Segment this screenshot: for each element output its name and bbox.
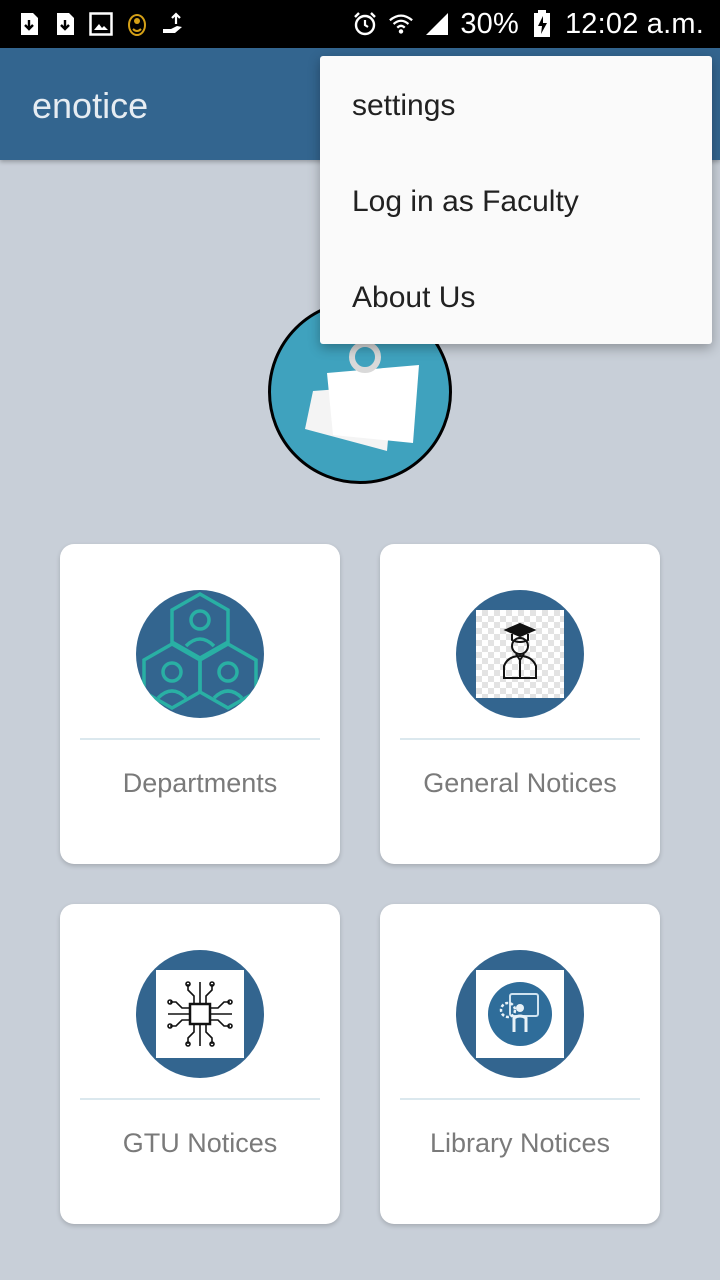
image-icon xyxy=(88,11,114,37)
menu-item-settings[interactable]: settings xyxy=(320,58,712,154)
overflow-menu: settings Log in as Faculty About Us xyxy=(320,56,712,344)
general-notices-icon-circle xyxy=(456,590,584,718)
library-image xyxy=(476,970,564,1058)
menu-item-login-faculty[interactable]: Log in as Faculty xyxy=(320,154,712,250)
gtu-notices-card[interactable]: GTU Notices xyxy=(60,904,340,1224)
graduate-image xyxy=(476,610,564,698)
sd-card-download-icon xyxy=(52,11,78,37)
app-title: enotice xyxy=(32,85,149,126)
clock: 12:02 a.m. xyxy=(564,7,704,40)
general-notices-label: General Notices xyxy=(423,768,617,798)
ganesha-icon xyxy=(124,11,150,37)
circuit-chip-image xyxy=(156,970,244,1058)
card-divider xyxy=(80,1098,320,1100)
battery-charging-icon xyxy=(529,10,555,37)
status-bar-system: 30% 12:02 a.m. xyxy=(352,6,704,42)
status-bar-notifications xyxy=(16,8,186,40)
library-notices-card[interactable]: Library Notices xyxy=(380,904,660,1224)
sd-card-download-icon xyxy=(16,11,42,37)
general-notices-card[interactable]: General Notices xyxy=(380,544,660,864)
menu-item-about-us[interactable]: About Us xyxy=(320,250,712,346)
departments-card[interactable]: Departments xyxy=(60,544,340,864)
wifi-icon xyxy=(388,11,414,37)
library-notices-icon-circle xyxy=(456,950,584,1078)
card-divider xyxy=(400,1098,640,1100)
gtu-notices-label: GTU Notices xyxy=(122,1128,278,1158)
signal-icon xyxy=(424,11,450,37)
departments-icon-circle xyxy=(136,590,264,718)
status-bar: 30% 12:02 a.m. xyxy=(0,0,720,48)
gtu-notices-icon-circle xyxy=(136,950,264,1078)
battery-percent: 30% xyxy=(460,7,519,40)
card-divider xyxy=(80,738,320,740)
hand-upload-icon xyxy=(160,11,186,37)
card-divider xyxy=(400,738,640,740)
departments-label: Departments xyxy=(122,768,278,798)
library-notices-label: Library Notices xyxy=(429,1128,611,1158)
alarm-icon xyxy=(352,11,378,37)
